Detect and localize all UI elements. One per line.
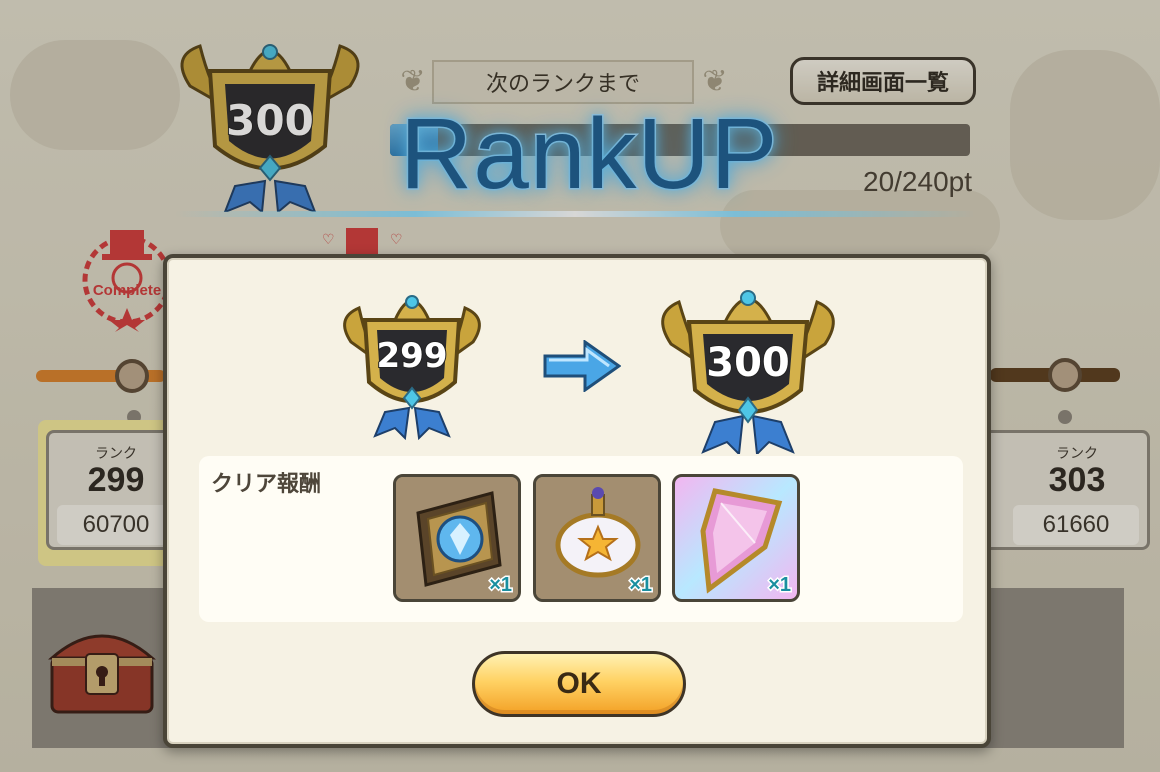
from-rank-number: 299	[376, 335, 449, 377]
reward-item-pink-crystal[interactable]: ×1	[672, 474, 800, 602]
reward-item-star-orb[interactable]: ×1	[533, 474, 661, 602]
reward-panel: クリア報酬 ×1 ×1 ×1	[199, 456, 963, 622]
to-rank-number: 300	[705, 339, 791, 387]
reward-qty: ×1	[767, 573, 793, 598]
reward-qty: ×1	[628, 573, 654, 598]
rankup-dialog: 299 300 クリア報酬 ×1 ×1 ×1 OK	[163, 254, 991, 748]
reward-label: クリア報酬	[211, 472, 322, 497]
reward-qty: ×1	[488, 573, 514, 598]
to-rank-badge: 300	[653, 264, 843, 457]
arrow-right-icon	[543, 339, 622, 393]
ok-button[interactable]: OK	[472, 651, 686, 717]
reward-item-sapphire-tile[interactable]: ×1	[393, 474, 521, 602]
from-rank-badge: 299	[337, 272, 487, 441]
